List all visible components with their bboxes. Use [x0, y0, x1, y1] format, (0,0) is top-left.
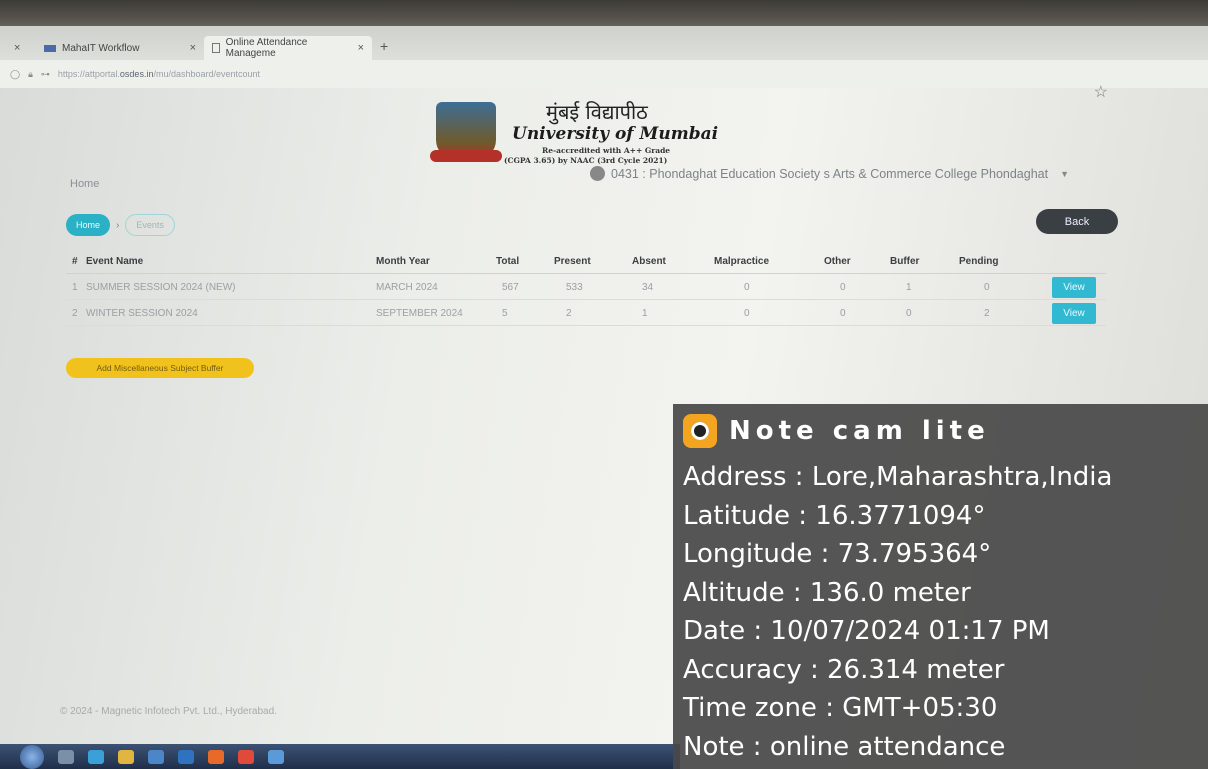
view-button[interactable]: View — [1052, 277, 1096, 298]
notecam-details: Address : Lore,Maharashtra,India Latitud… — [683, 458, 1112, 766]
col-header-number: # — [72, 256, 78, 267]
table-row: 2 WINTER SESSION 2024 SEPTEMBER 2024 5 2… — [66, 300, 1106, 326]
file-explorer-icon[interactable] — [118, 749, 134, 764]
browser-tab-bar: × MahaIT Workflow × Online Attendance Ma… — [0, 26, 1208, 60]
caret-down-icon[interactable]: ▼ — [1060, 169, 1069, 179]
notecam-address: Address : Lore,Maharashtra,India — [683, 462, 1113, 492]
start-button-icon[interactable] — [20, 744, 44, 769]
task-view-icon[interactable] — [58, 749, 74, 764]
total-count: 567 — [502, 282, 519, 293]
store-icon[interactable] — [148, 749, 164, 764]
mahait-favicon-icon — [44, 44, 56, 52]
other-count: 0 — [840, 308, 846, 319]
notecam-altitude: Altitude : 136.0 meter — [683, 577, 971, 608]
buffer-count: 0 — [906, 308, 912, 319]
bookmark-star-icon[interactable]: ☆ — [1094, 82, 1108, 102]
page-title: Home — [70, 178, 100, 190]
url-text[interactable]: https://attportal.osdes.in/mu/dashboard/… — [58, 69, 260, 79]
accreditation-line-2: (CGPA 3.65) by NAAC (3rd Cycle 2021) — [504, 156, 668, 165]
notecam-date: Date : 10/07/2024 01:17 PM — [683, 616, 1050, 646]
notecam-timezone: Time zone : GMT+05:30 — [683, 693, 998, 723]
other-count: 0 — [840, 282, 846, 293]
total-count: 5 — [502, 308, 508, 319]
view-button[interactable]: View — [1052, 303, 1096, 324]
pending-count: 2 — [984, 308, 990, 319]
present-count: 533 — [566, 282, 583, 293]
app-icon[interactable] — [268, 749, 284, 764]
notecam-accuracy: Accuracy : 26.314 meter — [683, 654, 1005, 685]
accreditation-line-1: Re-accredited with A++ Grade — [542, 146, 671, 155]
present-count: 2 — [566, 308, 572, 319]
tab-label: MahaIT Workflow — [62, 42, 140, 54]
event-name: WINTER SESSION 2024 — [86, 308, 198, 319]
user-icon — [590, 166, 605, 181]
lock-icon: 🔒︎ — [28, 68, 33, 79]
malpractice-count: 0 — [744, 308, 750, 319]
col-header-month-year: Month Year — [376, 256, 430, 267]
notecam-overlay: Note cam lite Address : Lore,Maharashtra… — [673, 404, 1208, 769]
back-button[interactable]: Back — [1036, 209, 1118, 234]
browser-tab-partial[interactable]: × — [0, 36, 28, 60]
month-year: SEPTEMBER 2024 — [376, 308, 463, 319]
events-table: # Event Name Month Year Total Present Ab… — [66, 248, 1106, 326]
col-header-other: Other — [824, 256, 851, 267]
close-icon[interactable]: × — [14, 42, 20, 54]
notecam-latitude: Latitude : 16.3771094° — [683, 500, 986, 531]
notecam-longitude: Longitude : 73.795364° — [683, 539, 992, 569]
camera-icon — [683, 414, 717, 448]
breadcrumb-home[interactable]: Home — [66, 214, 111, 236]
col-header-total: Total — [496, 256, 520, 267]
college-name: 0431 : Phondaghat Education Society s Ar… — [611, 166, 1049, 181]
notecam-title: Note cam lite — [683, 414, 990, 448]
chrome-icon[interactable] — [238, 749, 254, 764]
firefox-icon[interactable] — [208, 749, 224, 764]
col-header-pending: Pending — [959, 256, 999, 267]
row-number: 2 — [72, 308, 78, 319]
university-name-hindi: मुंबई विद्यापीठ — [546, 100, 648, 124]
col-header-event-name: Event Name — [86, 256, 144, 267]
buffer-count: 1 — [906, 282, 912, 293]
table-row: 1 SUMMER SESSION 2024 (NEW) MARCH 2024 5… — [66, 274, 1106, 300]
browser-tab-attendance[interactable]: Online Attendance Manageme × — [204, 36, 372, 60]
university-header: मुंबई विद्यापीठ University of Mumbai Re-… — [430, 96, 736, 176]
chevron-right-icon: › — [116, 219, 120, 231]
os-taskbar — [0, 744, 680, 769]
add-misc-subject-buffer-button[interactable]: Add Miscellaneous Subject Buffer — [66, 358, 254, 378]
notecam-app-name: Note cam lite — [729, 416, 990, 446]
close-icon[interactable]: × — [358, 42, 364, 54]
browser-tab-mahait[interactable]: MahaIT Workflow × — [36, 36, 204, 60]
table-header-row: # Event Name Month Year Total Present Ab… — [66, 248, 1106, 274]
pending-count: 0 — [984, 282, 990, 293]
event-name: SUMMER SESSION 2024 (NEW) — [86, 282, 236, 293]
breadcrumb: Home › Events — [66, 214, 175, 236]
col-header-buffer: Buffer — [890, 256, 920, 267]
university-name-english: University of Mumbai — [512, 124, 719, 144]
malpractice-count: 0 — [744, 282, 750, 293]
close-icon[interactable]: × — [190, 42, 196, 54]
key-icon: ⊶ — [40, 68, 50, 79]
address-bar[interactable]: ◯ 🔒︎ ⊶ https://attportal.osdes.in/mu/das… — [0, 60, 1208, 88]
edge-browser-icon[interactable] — [88, 749, 104, 764]
month-year: MARCH 2024 — [376, 282, 438, 293]
new-tab-icon[interactable]: + — [380, 38, 388, 54]
col-header-malpractice: Malpractice — [714, 256, 770, 267]
college-selector[interactable]: 0431 : Phondaghat Education Society s Ar… — [590, 166, 1069, 181]
col-header-present: Present — [554, 256, 591, 267]
notecam-note: Note : online attendance — [683, 731, 1006, 762]
absent-count: 34 — [642, 282, 654, 293]
tab-label: Online Attendance Manageme — [225, 37, 308, 59]
crest-ribbon — [430, 150, 502, 162]
absent-count: 1 — [642, 308, 648, 319]
shield-icon: ◯ — [10, 68, 21, 79]
row-number: 1 — [72, 282, 78, 293]
page-favicon-icon — [212, 43, 220, 53]
col-header-absent: Absent — [632, 256, 666, 267]
breadcrumb-events[interactable]: Events — [125, 214, 175, 236]
footer-copyright: © 2024 - Magnetic Infotech Pvt. Ltd., Hy… — [60, 706, 277, 717]
mail-icon[interactable] — [178, 749, 194, 764]
